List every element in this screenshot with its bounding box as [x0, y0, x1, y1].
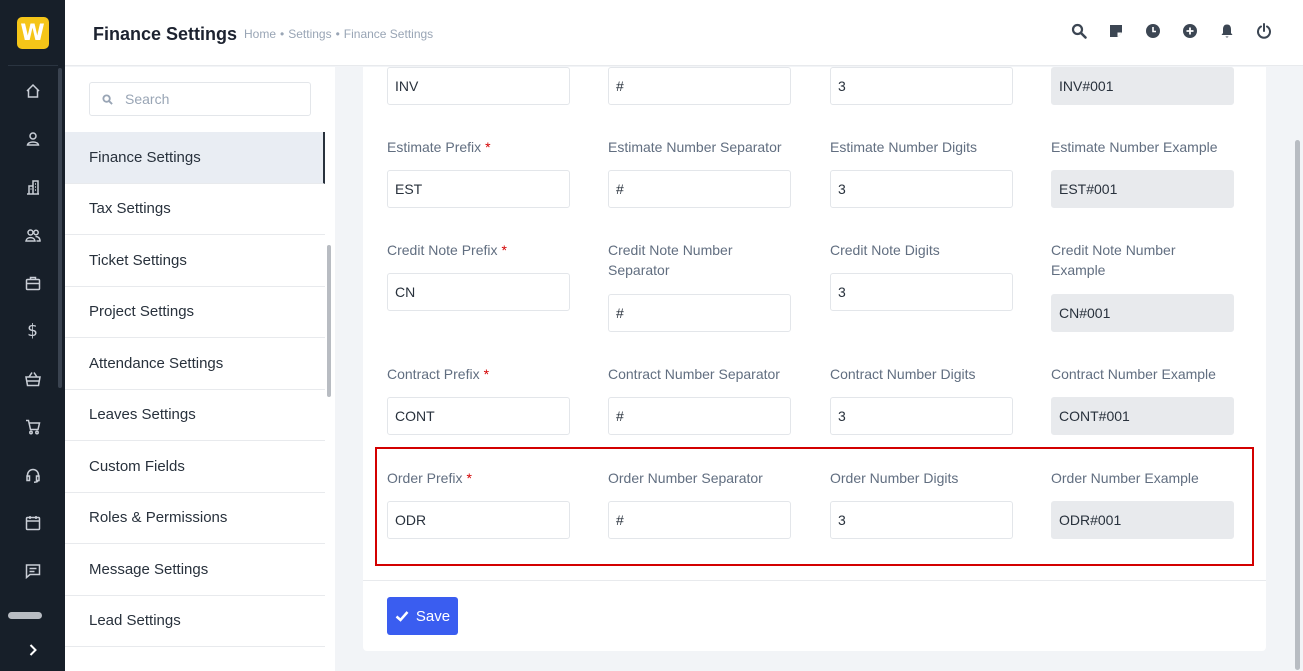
- contract-digits-label: Contract Number Digits: [830, 366, 976, 382]
- estimate-separator-input[interactable]: [608, 170, 791, 208]
- divider: [8, 65, 58, 66]
- logo-icon: W: [16, 17, 49, 49]
- finance-settings-form: Estimate Prefix* Estimate Number Separat…: [363, 67, 1266, 651]
- app-sidebar: W $: [0, 0, 65, 671]
- order-example-label: Order Number Example: [1051, 470, 1199, 486]
- menu-item-message-settings[interactable]: Message Settings: [65, 544, 325, 596]
- menu-scrollbar[interactable]: [327, 245, 331, 397]
- rail-horizontal-scrollbar[interactable]: [8, 612, 42, 619]
- required-mark: *: [485, 139, 491, 155]
- chevron-right-icon: [29, 643, 37, 656]
- menu-item-custom-fields[interactable]: Custom Fields: [65, 441, 325, 493]
- home-icon[interactable]: [0, 67, 65, 115]
- rail-scrollbar[interactable]: [58, 68, 62, 388]
- bell-icon[interactable]: [1218, 22, 1236, 40]
- page-scrollbar[interactable]: [1295, 140, 1300, 670]
- breadcrumb-separator: •: [335, 27, 340, 41]
- credit-note-digits-input[interactable]: [830, 273, 1013, 311]
- contract-separator-input[interactable]: [608, 397, 791, 435]
- user-icon[interactable]: [0, 115, 65, 163]
- breadcrumb: Home • Settings • Finance Settings: [244, 27, 433, 41]
- menu-item-finance-settings[interactable]: Finance Settings: [65, 132, 325, 184]
- credit-note-separator-input[interactable]: [608, 294, 791, 332]
- order-example-input: [1051, 501, 1234, 539]
- message-icon[interactable]: [0, 547, 65, 595]
- briefcase-icon[interactable]: [0, 259, 65, 307]
- search-icon: [102, 93, 113, 105]
- contract-example-input: [1051, 397, 1234, 435]
- credit-note-prefix-input[interactable]: [387, 273, 570, 311]
- menu-item-lead-settings[interactable]: Lead Settings: [65, 596, 325, 647]
- add-circle-icon[interactable]: [1181, 22, 1199, 40]
- page-title: Finance Settings: [93, 24, 238, 44]
- credit-note-example-label: Credit Note Number Example: [1051, 242, 1176, 278]
- contract-separator-label: Contract Number Separator: [608, 366, 780, 382]
- order-separator-label: Order Number Separator: [608, 470, 763, 486]
- invoice-digits-input[interactable]: [830, 67, 1013, 105]
- estimate-prefix-label: Estimate Prefix *: [387, 139, 491, 155]
- settings-menu: Finance Settings Tax Settings Ticket Set…: [65, 67, 335, 671]
- estimate-separator-label: Estimate Number Separator: [608, 139, 782, 155]
- divider: [363, 580, 1266, 581]
- settings-search: [89, 82, 311, 116]
- order-prefix-input[interactable]: [387, 501, 570, 539]
- sticky-note-icon[interactable]: [1107, 22, 1125, 40]
- order-digits-label: Order Number Digits: [830, 470, 959, 486]
- order-prefix-label: Order Prefix *: [387, 470, 472, 486]
- credit-note-separator-label: Credit Note Number Separator: [608, 242, 733, 278]
- contract-example-label: Contract Number Example: [1051, 366, 1216, 382]
- cart-icon[interactable]: [0, 403, 65, 451]
- menu-item-project-settings[interactable]: Project Settings: [65, 287, 325, 338]
- settings-menu-list: Finance Settings Tax Settings Ticket Set…: [65, 132, 325, 647]
- contract-prefix-label: Contract Prefix *: [387, 366, 490, 382]
- required-mark: *: [483, 366, 490, 382]
- power-icon[interactable]: [1255, 22, 1273, 40]
- required-mark: *: [466, 470, 472, 486]
- expand-sidebar-button[interactable]: [0, 628, 65, 671]
- breadcrumb-separator: •: [280, 27, 285, 41]
- required-mark: *: [501, 242, 507, 258]
- invoice-example-input: [1051, 67, 1234, 105]
- order-separator-input[interactable]: [608, 501, 791, 539]
- top-header: Finance Settings Home • Settings • Finan…: [65, 0, 1303, 66]
- menu-item-attendance-settings[interactable]: Attendance Settings: [65, 338, 325, 390]
- estimate-digits-input[interactable]: [830, 170, 1013, 208]
- invoice-separator-input[interactable]: [608, 67, 791, 105]
- estimate-prefix-input[interactable]: [387, 170, 570, 208]
- breadcrumb-settings[interactable]: Settings: [288, 27, 331, 41]
- menu-item-leaves-settings[interactable]: Leaves Settings: [65, 390, 325, 441]
- building-icon[interactable]: [0, 163, 65, 211]
- dollar-icon[interactable]: $: [0, 307, 65, 355]
- headset-icon[interactable]: [0, 451, 65, 499]
- credit-note-digits-label: Credit Note Digits: [830, 242, 940, 258]
- breadcrumb-current: Finance Settings: [343, 27, 434, 41]
- search-icon[interactable]: [1070, 22, 1088, 40]
- calendar-icon[interactable]: [0, 499, 65, 547]
- save-button[interactable]: Save: [387, 597, 458, 635]
- app-logo[interactable]: W: [0, 0, 65, 66]
- credit-note-prefix-label: Credit Note Prefix *: [387, 242, 507, 258]
- breadcrumb-home[interactable]: Home: [244, 27, 276, 41]
- invoice-prefix-input[interactable]: [387, 67, 570, 105]
- estimate-digits-label: Estimate Number Digits: [830, 139, 978, 155]
- estimate-example-label: Estimate Number Example: [1051, 139, 1218, 155]
- users-icon[interactable]: [0, 211, 65, 259]
- estimate-example-input: [1051, 170, 1234, 208]
- menu-item-roles-permissions[interactable]: Roles & Permissions: [65, 493, 325, 544]
- clock-icon[interactable]: [1144, 22, 1162, 40]
- search-input[interactable]: [125, 91, 295, 107]
- header-actions: [1070, 22, 1273, 40]
- save-button-label: Save: [415, 607, 451, 625]
- contract-prefix-input[interactable]: [387, 397, 570, 435]
- order-digits-input[interactable]: [830, 501, 1013, 539]
- basket-icon[interactable]: [0, 355, 65, 403]
- contract-digits-input[interactable]: [830, 397, 1013, 435]
- menu-item-ticket-settings[interactable]: Ticket Settings: [65, 235, 325, 287]
- check-icon: [395, 611, 409, 622]
- credit-note-example-input: [1051, 294, 1234, 332]
- menu-item-tax-settings[interactable]: Tax Settings: [65, 184, 325, 235]
